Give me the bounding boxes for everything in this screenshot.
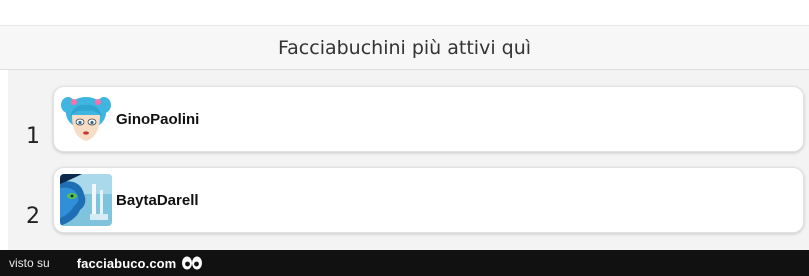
visto-su-label: visto su xyxy=(9,256,50,270)
username-link[interactable]: GinoPaolini xyxy=(116,111,199,128)
rank-number: 2 xyxy=(26,204,40,229)
username-link[interactable]: BaytaDarell xyxy=(116,192,199,209)
panel-header: Facciabuchini più attivi quì xyxy=(0,26,809,70)
rank-number: 1 xyxy=(26,124,40,149)
ranking-card[interactable]: BaytaDarell xyxy=(53,167,804,233)
top-strip xyxy=(0,0,809,26)
brand-link[interactable]: facciabuco.com xyxy=(77,256,177,271)
eyes-logo-icon xyxy=(181,255,203,271)
ranking-list: 1 GinoPaolini 2 BaytaDarell xyxy=(8,70,809,250)
footer-bar: visto su facciabuco.com xyxy=(0,250,809,276)
panel-title: Facciabuchini più attivi quì xyxy=(277,36,532,59)
ranking-card[interactable]: GinoPaolini xyxy=(53,86,804,152)
cartoon-face-avatar-icon[interactable] xyxy=(60,93,112,145)
page: Facciabuchini più attivi quì 1 GinoPaoli… xyxy=(0,0,809,276)
blue-face-avatar-icon[interactable] xyxy=(60,174,112,226)
